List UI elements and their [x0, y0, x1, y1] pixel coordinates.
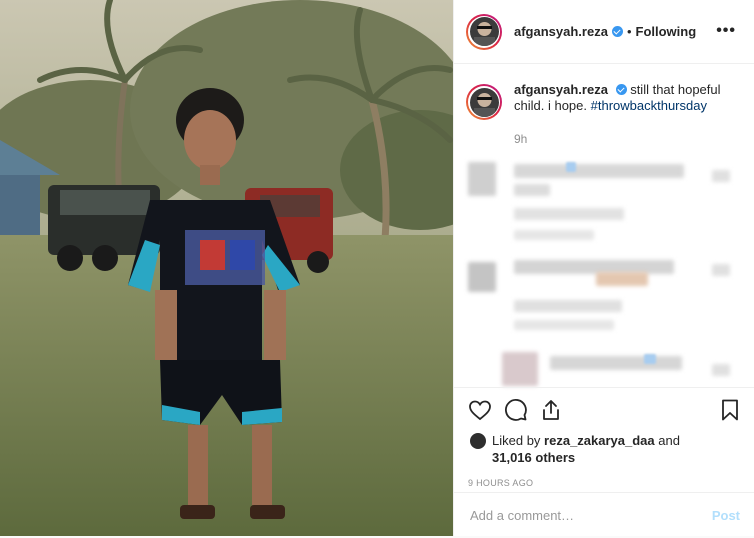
blurred-badge [644, 354, 656, 364]
verified-badge-icon [611, 26, 623, 37]
blurred-text [514, 300, 622, 312]
post-photo[interactable] [0, 0, 453, 536]
post-details-panel: afgansyah.reza • Following ••• afgansyah… [453, 0, 754, 536]
caption-author-avatar[interactable] [466, 84, 502, 120]
author-username[interactable]: afgansyah.reza [514, 24, 608, 39]
comments-list-blurred [454, 152, 754, 397]
blurred-text [550, 356, 682, 370]
photo-scene [0, 0, 453, 536]
post-timestamp[interactable]: 9 HOURS AGO [454, 466, 754, 488]
avatar-photo [469, 17, 499, 46]
blurred-like-icon [712, 364, 730, 376]
blurred-avatar [468, 162, 496, 196]
bookmark-icon[interactable] [718, 398, 742, 422]
post-header: afgansyah.reza • Following ••• [454, 0, 754, 64]
blurred-like-icon [712, 264, 730, 276]
author-avatar[interactable] [466, 13, 502, 50]
blurred-text [514, 320, 614, 330]
blurred-avatar [468, 262, 496, 292]
caption-time[interactable]: 9h [514, 132, 754, 146]
post-comment-button[interactable]: Post [712, 508, 740, 523]
comment-input[interactable] [468, 507, 712, 524]
blurred-text [514, 230, 594, 240]
following-button[interactable]: Following [636, 24, 697, 39]
post-actions: Liked by reza_zakarya_daa and 31,016 oth… [454, 387, 754, 538]
add-comment-bar: Post [454, 492, 754, 538]
verified-badge-icon [615, 84, 627, 95]
hashtag-link[interactable]: #throwbackthursday [591, 98, 707, 113]
blurred-text [514, 208, 624, 220]
blurred-text [514, 260, 674, 274]
comment-icon[interactable] [504, 398, 528, 422]
blurred-avatar [502, 352, 538, 386]
liked-by-prefix: Liked by [492, 433, 541, 448]
liker-avatar[interactable] [470, 433, 486, 449]
heart-icon[interactable] [468, 398, 492, 422]
liked-by-user[interactable]: reza_zakarya_daa [544, 433, 655, 448]
blurred-like-icon [712, 170, 730, 182]
caption-text: afgansyah.reza still that hopeful child.… [514, 82, 738, 120]
separator-dot: • [626, 24, 632, 39]
blurred-badge [566, 162, 576, 172]
avatar-photo [469, 87, 499, 117]
more-options-icon[interactable]: ••• [716, 22, 736, 40]
likes-count[interactable]: 31,016 others [492, 450, 575, 465]
caption-username[interactable]: afgansyah.reza [514, 82, 608, 97]
blurred-text [514, 184, 550, 196]
blurred-emoji [596, 272, 648, 286]
caption: afgansyah.reza still that hopeful child.… [454, 64, 754, 120]
share-icon[interactable] [539, 398, 563, 422]
blurred-text [514, 164, 684, 178]
likes-summary: Liked by reza_zakarya_daa and 31,016 oth… [454, 432, 754, 466]
action-icons-row [454, 388, 754, 432]
liked-by-and: and [658, 433, 680, 448]
